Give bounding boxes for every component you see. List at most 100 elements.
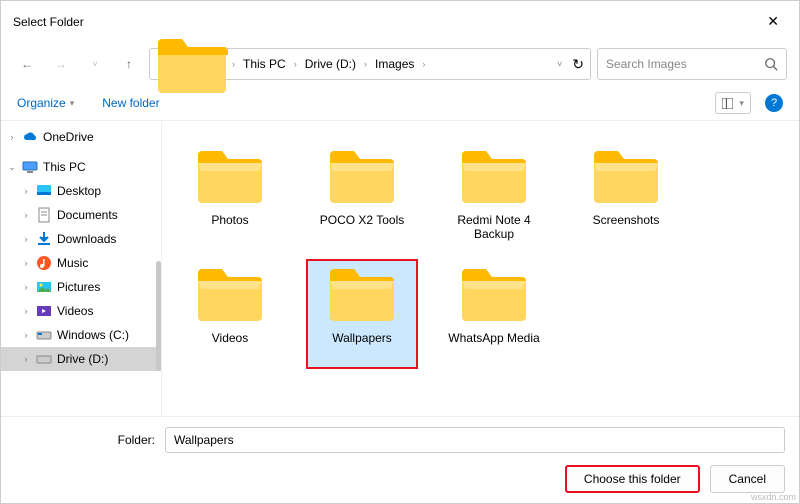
folder-icon bbox=[458, 267, 530, 325]
folder-icon bbox=[326, 267, 398, 325]
drive-icon bbox=[36, 327, 52, 343]
search-icon bbox=[764, 57, 778, 71]
recent-dropdown[interactable]: ˅ bbox=[81, 50, 109, 78]
tree-item-drive-d[interactable]: › Drive (D:) bbox=[1, 347, 161, 371]
cancel-button[interactable]: Cancel bbox=[710, 465, 785, 493]
pictures-icon bbox=[36, 279, 52, 295]
breadcrumb-bar[interactable]: › This PC › Drive (D:) › Images › ˅ ↻ bbox=[149, 48, 591, 80]
videos-icon bbox=[36, 303, 52, 319]
folder-item[interactable]: Photos bbox=[174, 141, 286, 251]
choose-folder-button[interactable]: Choose this folder bbox=[565, 465, 700, 493]
tree-label: Videos bbox=[57, 304, 93, 318]
chevron-right-icon: › bbox=[21, 354, 31, 364]
chevron-right-icon: › bbox=[21, 306, 31, 316]
pc-icon bbox=[22, 159, 38, 175]
folder-icon bbox=[194, 267, 266, 325]
chevron-right-icon: › bbox=[422, 59, 425, 69]
tree-label: Music bbox=[57, 256, 88, 270]
tree-label: OneDrive bbox=[43, 130, 94, 144]
tree-item-onedrive[interactable]: › OneDrive bbox=[1, 125, 161, 149]
folder-item[interactable]: Redmi Note 4 Backup bbox=[438, 141, 550, 251]
folder-label: WhatsApp Media bbox=[448, 331, 539, 361]
tree-label: Desktop bbox=[57, 184, 101, 198]
folder-item[interactable]: Wallpapers bbox=[306, 259, 418, 369]
folder-item[interactable]: Videos bbox=[174, 259, 286, 369]
folder-name-row: Folder: bbox=[15, 427, 785, 453]
forward-button[interactable]: → bbox=[47, 50, 75, 78]
refresh-button[interactable]: ↻ bbox=[572, 56, 584, 73]
chevron-down-icon: ▾ bbox=[739, 98, 744, 109]
tree-label: Pictures bbox=[57, 280, 100, 294]
folder-grid: Photos POCO X2 Tools Redmi Note 4 Backup Sc… bbox=[161, 121, 799, 416]
button-row: Choose this folder Cancel bbox=[15, 465, 785, 493]
tree-item-desktop[interactable]: › Desktop bbox=[1, 179, 161, 203]
folder-label: Photos bbox=[211, 213, 248, 243]
folder-icon bbox=[156, 35, 228, 93]
chevron-down-icon: ▾ bbox=[70, 98, 75, 109]
tree-item-thispc[interactable]: ⌄ This PC bbox=[1, 155, 161, 179]
chevron-right-icon: › bbox=[21, 234, 31, 244]
search-placeholder: Search Images bbox=[606, 57, 687, 71]
footer: Folder: Choose this folder Cancel bbox=[1, 416, 799, 503]
organize-button[interactable]: Organize ▾ bbox=[17, 96, 74, 110]
chevron-right-icon: › bbox=[7, 132, 17, 142]
tree-item-downloads[interactable]: › Downloads bbox=[1, 227, 161, 251]
folder-icon bbox=[194, 149, 266, 207]
documents-icon bbox=[36, 207, 52, 223]
music-icon bbox=[36, 255, 52, 271]
tree-item-pictures[interactable]: › Pictures bbox=[1, 275, 161, 299]
folder-item[interactable]: Screenshots bbox=[570, 141, 682, 251]
layout-icon bbox=[722, 98, 733, 109]
search-input[interactable]: Search Images bbox=[597, 48, 787, 80]
folder-label: POCO X2 Tools bbox=[320, 213, 404, 243]
body: › OneDrive ⌄ This PC › Desktop › Documen… bbox=[1, 121, 799, 416]
tree-item-music[interactable]: › Music bbox=[1, 251, 161, 275]
folder-label: Folder: bbox=[15, 433, 155, 447]
downloads-icon bbox=[36, 231, 52, 247]
folder-icon bbox=[590, 149, 662, 207]
tree-label: Drive (D:) bbox=[57, 352, 108, 366]
view-options-button[interactable]: ▾ bbox=[715, 92, 751, 114]
help-button[interactable]: ? bbox=[765, 94, 783, 112]
history-dropdown[interactable]: ˅ bbox=[557, 59, 562, 69]
back-button[interactable]: ← bbox=[13, 50, 41, 78]
scrollbar-thumb[interactable] bbox=[156, 261, 161, 371]
chevron-down-icon: ⌄ bbox=[7, 162, 17, 173]
chevron-right-icon: › bbox=[364, 59, 367, 69]
folder-item[interactable]: POCO X2 Tools bbox=[306, 141, 418, 251]
nav-tree: › OneDrive ⌄ This PC › Desktop › Documen… bbox=[1, 121, 161, 416]
tree-label: Windows (C:) bbox=[57, 328, 129, 342]
tree-item-documents[interactable]: › Documents bbox=[1, 203, 161, 227]
tree-label: This PC bbox=[43, 160, 86, 174]
dialog-window: Select Folder ✕ ← → ˅ ↑ › This PC › Driv… bbox=[0, 0, 800, 504]
folder-label: Videos bbox=[212, 331, 248, 361]
tree-label: Documents bbox=[57, 208, 118, 222]
breadcrumb-item[interactable]: This PC bbox=[239, 55, 290, 73]
up-button[interactable]: ↑ bbox=[115, 50, 143, 78]
folder-icon bbox=[458, 149, 530, 207]
close-button[interactable]: ✕ bbox=[759, 9, 787, 34]
nav-bar: ← → ˅ ↑ › This PC › Drive (D:) › Images … bbox=[1, 42, 799, 86]
tree-item-videos[interactable]: › Videos bbox=[1, 299, 161, 323]
chevron-right-icon: › bbox=[21, 186, 31, 196]
new-folder-button[interactable]: New folder bbox=[102, 96, 159, 110]
path-actions: ˅ ↻ bbox=[557, 56, 584, 73]
folder-name-input[interactable] bbox=[165, 427, 785, 453]
title-bar: Select Folder ✕ bbox=[1, 1, 799, 42]
chevron-right-icon: › bbox=[21, 258, 31, 268]
window-title: Select Folder bbox=[13, 15, 84, 29]
folder-item[interactable]: WhatsApp Media bbox=[438, 259, 550, 369]
desktop-icon bbox=[36, 183, 52, 199]
drive-icon bbox=[36, 351, 52, 367]
watermark: wsxdn.com bbox=[751, 492, 796, 502]
folder-icon bbox=[326, 149, 398, 207]
toolbar: Organize ▾ New folder ▾ ? bbox=[1, 86, 799, 121]
tree-item-windows-c[interactable]: › Windows (C:) bbox=[1, 323, 161, 347]
breadcrumb-item[interactable]: Images bbox=[371, 55, 418, 73]
chevron-right-icon: › bbox=[232, 59, 235, 69]
folder-label: Redmi Note 4 Backup bbox=[444, 213, 544, 243]
chevron-right-icon: › bbox=[21, 282, 31, 292]
chevron-right-icon: › bbox=[21, 330, 31, 340]
folder-label: Wallpapers bbox=[332, 331, 392, 361]
breadcrumb-item[interactable]: Drive (D:) bbox=[301, 55, 360, 73]
